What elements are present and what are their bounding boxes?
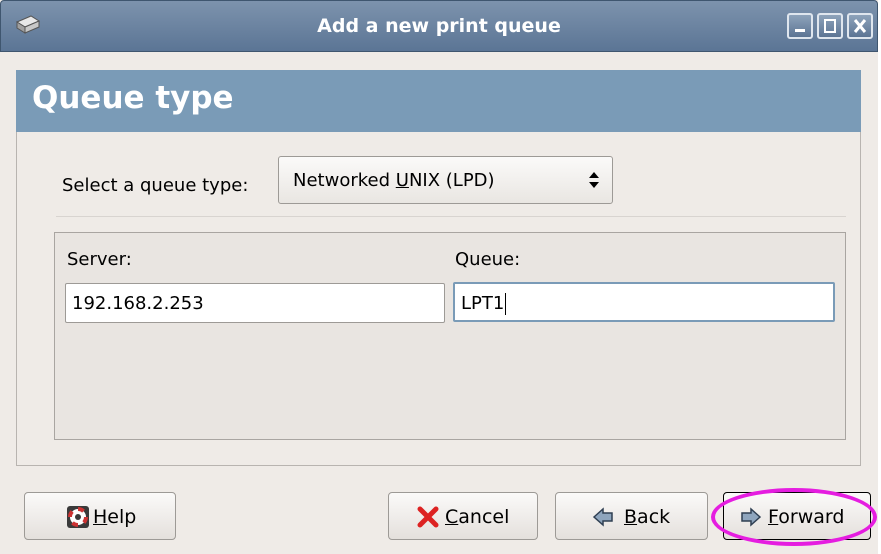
updown-arrows-icon [589,172,599,188]
minimize-icon [795,29,805,32]
help-label: Help [93,506,137,528]
help-button[interactable]: Help [24,492,176,540]
separator [56,216,846,217]
back-arrow-icon [592,507,613,527]
maximize-icon [824,19,836,33]
lifebuoy-icon [67,506,89,528]
server-queue-frame: Server: Queue: 192.168.2.253 LPT1 [54,232,846,440]
cancel-label: Cancel [445,506,510,528]
server-input[interactable]: 192.168.2.253 [65,283,445,323]
queue-type-value: Networked UNIX (LPD) [293,170,495,191]
print-queue-window: Add a new print queue Queue type Select … [0,0,878,554]
window-title: Add a new print queue [317,15,561,37]
maximize-button[interactable] [817,13,843,39]
text-caret [505,293,507,315]
queue-input[interactable]: LPT1 [453,282,835,322]
titlebar: Add a new print queue [0,0,878,52]
cross-icon [417,506,439,528]
cancel-button[interactable]: Cancel [388,492,538,540]
queue-label: Queue: [455,249,521,270]
queue-input-value: LPT1 [461,293,505,314]
close-icon [853,19,867,33]
forward-highlight-ellipse [711,488,877,546]
back-label: Back [624,506,671,528]
page-title: Queue type [32,80,234,116]
page-header: Queue type [16,70,861,132]
close-button[interactable] [847,13,873,39]
server-label: Server: [67,249,132,270]
minimize-button[interactable] [787,13,813,39]
queue-type-label: Select a queue type: [62,175,249,196]
back-button[interactable]: Back [555,492,708,540]
queue-type-select[interactable]: Networked UNIX (LPD) [278,156,613,204]
